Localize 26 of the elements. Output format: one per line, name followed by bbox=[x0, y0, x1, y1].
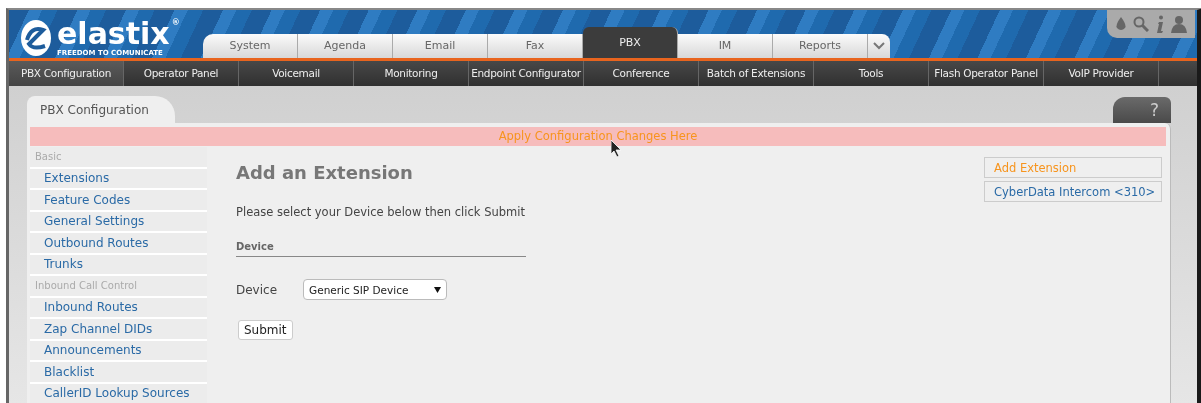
user-icon[interactable] bbox=[1171, 15, 1187, 33]
extension-list-item[interactable]: CyberData Intercom <310> bbox=[984, 181, 1162, 202]
logo-icon bbox=[19, 18, 53, 58]
drop-icon[interactable] bbox=[1115, 17, 1127, 31]
more-tabs-button[interactable] bbox=[868, 33, 890, 58]
chevron-down-icon bbox=[873, 41, 885, 50]
logo-name: elastix® bbox=[57, 19, 180, 49]
submit-button[interactable]: Submit bbox=[238, 320, 293, 340]
menu-tab[interactable]: Email bbox=[393, 33, 488, 58]
device-select[interactable]: Generic SIP Device bbox=[303, 279, 448, 300]
menu-tab[interactable]: IM bbox=[678, 33, 773, 58]
menu-tab[interactable]: System bbox=[203, 33, 298, 58]
search-icon[interactable] bbox=[1133, 16, 1149, 32]
page-tab[interactable]: PBX Configuration bbox=[27, 96, 175, 123]
help-tab[interactable]: ? bbox=[1113, 97, 1171, 123]
caret-icon bbox=[434, 286, 442, 293]
info-icon[interactable] bbox=[1155, 15, 1165, 33]
field-label: Device bbox=[236, 282, 278, 297]
submenu-item[interactable]: PBX Configuration bbox=[9, 60, 124, 86]
menu-tab[interactable]: Fax bbox=[488, 33, 583, 58]
menu-tab[interactable]: Agenda bbox=[298, 33, 393, 58]
section-heading: Device bbox=[236, 241, 526, 257]
page-title: Add an Extension bbox=[236, 162, 413, 183]
menu-tab[interactable]: PBX bbox=[583, 26, 678, 58]
instruction-text: Please select your Device below then click Submit bbox=[236, 205, 525, 219]
menu-tab[interactable]: Reports bbox=[773, 33, 868, 58]
